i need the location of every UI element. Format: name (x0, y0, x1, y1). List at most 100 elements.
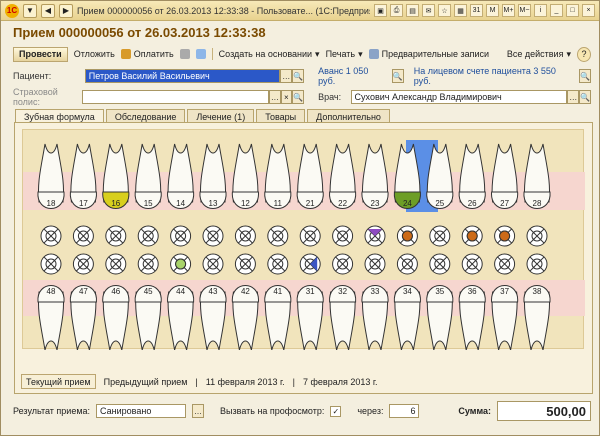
save-icon[interactable]: ▣ (374, 4, 387, 17)
tooth-number: 48 (47, 287, 56, 296)
balance-search-button[interactable]: 🔍 (579, 69, 591, 83)
tooth-number: 35 (435, 287, 444, 296)
tooth-number: 14 (176, 199, 185, 208)
balance-link[interactable]: На лицевом счете пациента 3 550 руб. (414, 66, 575, 86)
preliminary-button[interactable]: Предварительные записи (368, 49, 489, 59)
result-select-button[interactable]: … (192, 404, 205, 418)
tooth-surface-24-mark (401, 230, 413, 242)
print-icon[interactable]: ⎙ (390, 4, 403, 17)
tooth-number: 23 (371, 199, 380, 208)
tooth-number: 31 (306, 287, 315, 296)
app-logo-icon: 1С (5, 3, 19, 18)
tooth-number: 15 (144, 199, 153, 208)
insurance-select-button[interactable]: … (269, 90, 281, 104)
sum-group: Сумма: 500,00 (458, 401, 591, 421)
defer-button[interactable]: Отложить (74, 49, 115, 59)
insurance-search-button[interactable]: 🔍 (292, 90, 305, 104)
help-button[interactable]: ? (577, 46, 591, 62)
visit-separator: | (195, 376, 198, 387)
memory-plus-icon[interactable]: M+ (502, 4, 515, 17)
visit-date-1[interactable]: 11 февраля 2013 г. (206, 377, 285, 387)
page-title: Прием 000000056 от 26.03.2013 12:33:38 (13, 25, 266, 40)
tab-label: Зубная формула (24, 111, 95, 122)
document-icon (195, 49, 206, 59)
calendar-icon[interactable]: 31 (470, 4, 483, 17)
tabs: Зубная формула Обследование Лечение (1) … (15, 109, 390, 123)
tooth-number: 11 (274, 199, 283, 208)
insurance-field[interactable] (81, 90, 270, 104)
doctor-select-button[interactable]: … (567, 90, 580, 104)
result-field[interactable]: Санировано (96, 404, 187, 418)
star-icon[interactable]: ☆ (438, 4, 451, 17)
tooth-number: 32 (338, 287, 347, 296)
menu-icon[interactable]: ▼ (23, 3, 37, 18)
create-basis-button[interactable]: Создать на основании ▾ (219, 49, 320, 60)
tab-dental-formula[interactable]: Зубная формула (15, 109, 104, 123)
patient-select-button[interactable]: … (280, 69, 293, 83)
tooth-number: 47 (79, 287, 88, 296)
maximize-icon[interactable]: □ (566, 4, 579, 17)
app-window: 1С ▼ ◀ ▶ Прием 000000056 от 26.03.2013 1… (0, 0, 600, 436)
doctor-field[interactable]: Сухович Александр Владимирович (350, 90, 568, 104)
pay-button[interactable]: Оплатить (120, 49, 174, 59)
memory-minus-icon[interactable]: M− (518, 4, 531, 17)
advance-search-button[interactable]: 🔍 (391, 69, 404, 83)
mail-icon[interactable]: ✉ (422, 4, 435, 17)
all-actions-button[interactable]: Все действия ▾ (507, 49, 571, 60)
patient-field[interactable]: Петров Василий Васильевич (84, 69, 281, 83)
back-icon[interactable]: ◀ (41, 3, 55, 18)
lower-circles (40, 253, 548, 275)
calc-button[interactable] (179, 49, 190, 59)
forward-icon[interactable]: ▶ (59, 3, 73, 18)
calc-icon[interactable]: ▦ (454, 4, 467, 17)
previous-visit-link[interactable]: Предыдущий прием (104, 377, 188, 387)
tooth-number: 46 (111, 287, 120, 296)
memory-icon[interactable]: M (486, 4, 499, 17)
after-value: 6 (410, 406, 416, 416)
pay-icon (120, 49, 131, 59)
visit-bar: Текущий прием Предыдущий прием | 11 февр… (21, 374, 378, 389)
tooth-surface-26-mark (466, 230, 478, 242)
visit-date-2[interactable]: 7 февраля 2013 г. (303, 377, 378, 387)
tooth-number: 41 (273, 287, 282, 296)
create-basis-label: Создать на основании (218, 49, 313, 59)
tooth-number: 16 (111, 199, 120, 208)
tab-label: Обследование (114, 111, 177, 122)
info-icon[interactable]: i (534, 4, 547, 17)
preview-icon[interactable]: ▤ (406, 4, 419, 17)
minimize-icon[interactable]: _ (550, 4, 563, 17)
doctor-search-button[interactable]: 🔍 (579, 90, 591, 104)
post-button[interactable]: Провести (13, 46, 68, 62)
sum-field: 500,00 (497, 401, 591, 421)
dental-panel: 18 17 16 15 14 13 12 11 21 22 23 24 25 26 27 28 48 47 46 4… (14, 122, 593, 394)
insurance-label: Страховой полис: (13, 87, 58, 107)
current-visit-button[interactable]: Текущий прием (21, 374, 96, 389)
prophylaxis-checkbox[interactable]: ✓ (330, 405, 342, 417)
after-field[interactable]: 6 (389, 404, 420, 418)
dental-chart-svg: 18 17 16 15 14 13 12 11 21 22 23 24 25 26 27 28 48 47 46 4… (23, 140, 585, 351)
upper-circles (40, 225, 548, 247)
print-button[interactable]: Печать ▾ (326, 49, 363, 60)
chevron-down-icon: ▾ (315, 48, 320, 59)
all-actions-label: Все действия (506, 49, 564, 59)
tab-additional[interactable]: Дополнительно (307, 109, 390, 123)
tooth-number: 45 (144, 287, 153, 296)
advance-link[interactable]: Аванс 1 050 руб. (318, 66, 388, 86)
tooth-number: 38 (533, 287, 542, 296)
sum-label: Сумма: (458, 406, 491, 416)
tooth-number: 34 (403, 287, 412, 296)
insurance-clear-button[interactable]: × (280, 90, 293, 104)
tab-goods[interactable]: Товары (256, 109, 306, 123)
result-value: Санировано (100, 406, 152, 416)
tab-treatment[interactable]: Лечение (1) (187, 109, 255, 123)
calculator-icon (179, 49, 190, 59)
dental-chart: 18 17 16 15 14 13 12 11 21 22 23 24 25 26 27 28 48 47 46 4… (22, 129, 585, 351)
tooth-number: 18 (47, 199, 56, 208)
defer-label: Отложить (73, 49, 115, 59)
patient-search-button[interactable]: 🔍 (292, 69, 305, 83)
doc-button[interactable] (195, 49, 206, 59)
chevron-down-icon: ▾ (358, 48, 363, 59)
title-bar: 1С ▼ ◀ ▶ Прием 000000056 от 26.03.2013 1… (1, 1, 599, 21)
tab-examination[interactable]: Обследование (105, 109, 186, 123)
close-icon[interactable]: × (582, 4, 595, 17)
